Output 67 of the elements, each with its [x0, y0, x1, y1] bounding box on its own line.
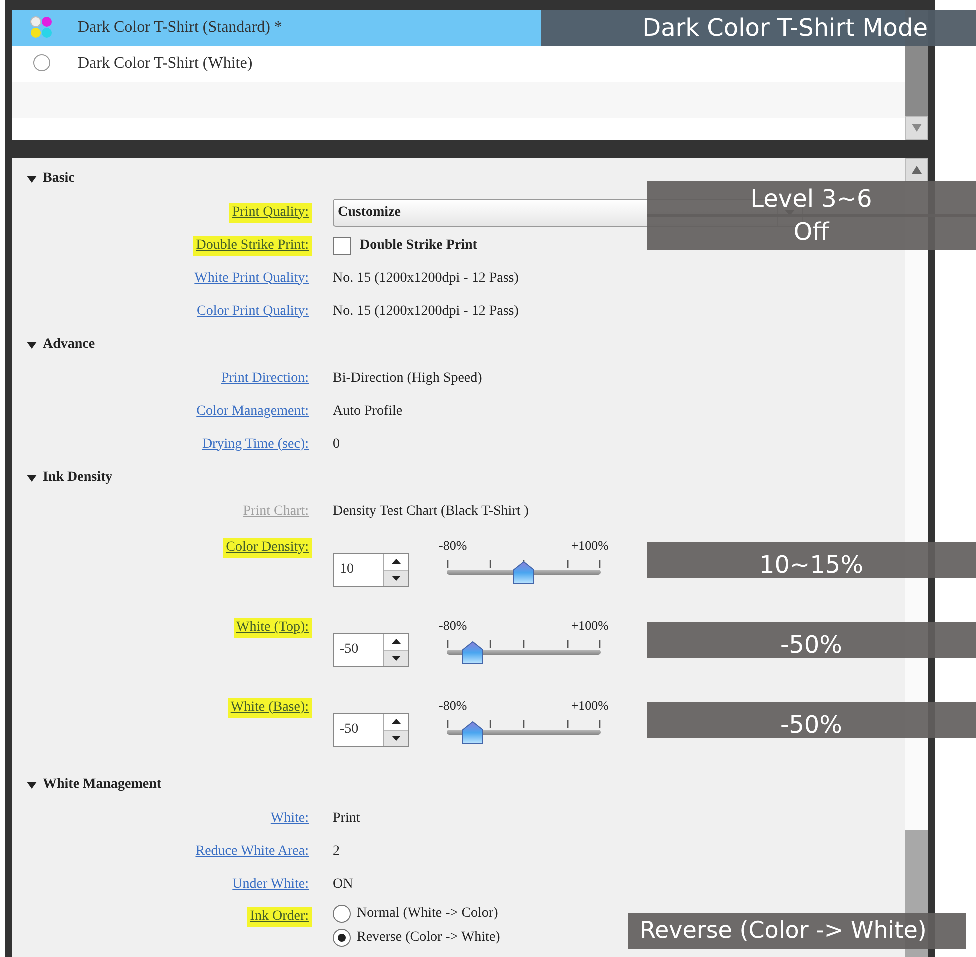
collapse-triangle-icon[interactable]: [27, 473, 37, 483]
scroll-down-button[interactable]: [905, 116, 928, 140]
annotation-label: Dark Color T-Shirt Mode: [541, 10, 976, 46]
mode-list-item[interactable]: Dark Color T-Shirt (White): [12, 46, 905, 82]
number-spinner[interactable]: -50: [333, 633, 409, 667]
setting-value: ON: [333, 876, 354, 892]
up-arrow-icon[interactable]: [392, 719, 400, 724]
collapse-triangle-icon[interactable]: [27, 340, 37, 350]
setting-label[interactable]: Color Density:: [223, 538, 312, 558]
checkbox-label[interactable]: Double Strike Print: [360, 238, 478, 254]
slider-max-label: +100%: [571, 618, 609, 634]
annotation-label: 10~15%: [647, 542, 976, 578]
setting-value: No. 15 (1200x1200dpi - 12 Pass): [333, 304, 520, 320]
collapse-triangle-icon[interactable]: [27, 780, 37, 790]
setting-label[interactable]: White (Top):: [234, 618, 312, 638]
radio-label[interactable]: Normal (White -> Color): [357, 906, 498, 922]
annotation-label: Reverse (Color -> White): [628, 913, 966, 949]
collapse-triangle-icon[interactable]: [27, 174, 37, 184]
setting-label[interactable]: Color Print Quality:: [194, 302, 312, 322]
setting-label[interactable]: Print Quality:: [229, 202, 312, 222]
setting-label[interactable]: White:: [268, 808, 312, 828]
setting-label[interactable]: Print Direction:: [218, 368, 312, 388]
section-title[interactable]: Basic: [43, 171, 75, 187]
radio-button[interactable]: [333, 929, 351, 947]
section-title[interactable]: Advance: [43, 337, 96, 353]
radio-button[interactable]: [333, 905, 351, 923]
slider-thumb[interactable]: [462, 721, 484, 745]
section-title[interactable]: Ink Density: [43, 470, 113, 486]
slider-max-label: +100%: [571, 538, 609, 554]
radio-label[interactable]: Reverse (Color -> White): [357, 930, 500, 946]
setting-label[interactable]: Under White:: [230, 874, 312, 894]
up-arrow-icon[interactable]: [392, 639, 400, 644]
down-arrow-icon[interactable]: [392, 576, 400, 581]
setting-value: Print: [333, 810, 362, 826]
checkbox[interactable]: [333, 236, 351, 254]
number-spinner[interactable]: 10: [333, 553, 409, 587]
number-spinner[interactable]: -50: [333, 713, 409, 747]
scroll-up-button[interactable]: [905, 158, 928, 182]
slider-thumb[interactable]: [513, 561, 535, 585]
slider-min-label: -80%: [439, 538, 468, 554]
setting-value: 0: [333, 436, 341, 452]
setting-label[interactable]: Double Strike Print:: [193, 236, 312, 256]
annotation-label: Level 3~6: [647, 181, 976, 217]
setting-label[interactable]: Color Management:: [194, 402, 312, 422]
annotation-label: -50%: [647, 622, 976, 658]
annotation-label: Off: [647, 214, 976, 250]
up-arrow-icon: [912, 166, 922, 174]
setting-label[interactable]: Drying Time (sec):: [199, 434, 312, 454]
setting-label[interactable]: Ink Order:: [247, 907, 312, 927]
slider-min-label: -80%: [439, 618, 468, 634]
setting-label[interactable]: White (Base):: [228, 698, 312, 718]
setting-value: Auto Profile: [333, 404, 404, 420]
down-arrow-icon[interactable]: [392, 736, 400, 741]
setting-value: Bi-Direction (High Speed): [333, 370, 484, 386]
setting-label[interactable]: White Print Quality:: [192, 268, 312, 288]
down-arrow-icon[interactable]: [392, 656, 400, 661]
setting-value: Density Test Chart (Black T-Shirt ): [333, 504, 530, 520]
slider-max-label: +100%: [571, 698, 609, 714]
section-title[interactable]: White Management: [43, 777, 162, 793]
down-arrow-icon: [912, 124, 922, 132]
annotation-label: -50%: [647, 702, 976, 738]
up-arrow-icon[interactable]: [392, 559, 400, 564]
slider-thumb[interactable]: [462, 641, 484, 665]
slider-min-label: -80%: [439, 698, 468, 714]
setting-value: 2: [333, 844, 341, 860]
setting-value: No. 15 (1200x1200dpi - 12 Pass): [333, 270, 520, 286]
setting-label[interactable]: Reduce White Area:: [192, 842, 312, 862]
